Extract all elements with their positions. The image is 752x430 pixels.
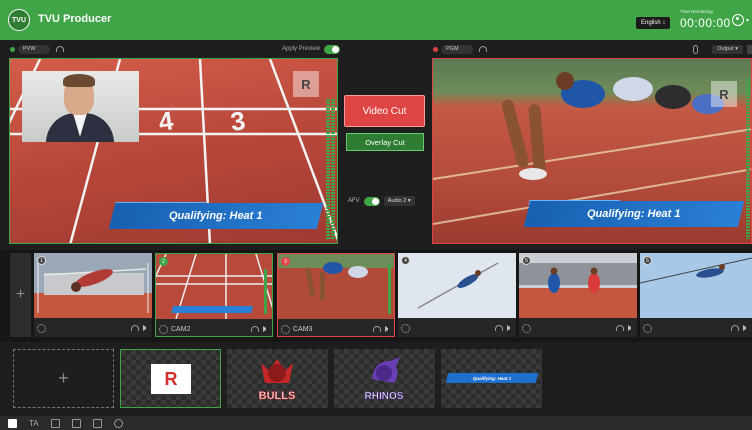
camera-footer: [34, 319, 152, 337]
tvu-logo: TVU: [8, 9, 30, 31]
camera-footer: [640, 319, 752, 337]
apply-preview-toggle[interactable]: [324, 44, 340, 54]
chevron-down-icon[interactable]: ▾: [746, 17, 749, 24]
camera-label: CAM2: [171, 325, 191, 333]
graphic-r-logo[interactable]: R: [120, 349, 221, 408]
graphic-bulls-logo[interactable]: BULLS: [227, 349, 328, 408]
camera-tile-1[interactable]: 1: [34, 253, 152, 337]
audio-meter: [326, 99, 330, 239]
speaker-icon[interactable]: [385, 326, 391, 332]
camera-number: 2: [159, 257, 168, 266]
add-graphic-button[interactable]: +: [13, 349, 114, 408]
text-icon[interactable]: TA: [29, 419, 39, 428]
audio-select[interactable]: Audio 2 ▾: [383, 196, 415, 206]
headphones-icon[interactable]: [495, 325, 503, 331]
gear-icon[interactable]: [522, 323, 531, 333]
speaker-icon[interactable]: [143, 325, 149, 331]
add-source-button[interactable]: +: [10, 253, 31, 337]
output-settings-icon[interactable]: [747, 44, 752, 54]
r-logo-icon: R: [293, 71, 319, 97]
gear-icon[interactable]: [37, 323, 46, 333]
r-logo-icon: R: [711, 81, 737, 107]
camera-number: 6: [643, 256, 652, 265]
preview-label: PVW: [18, 44, 50, 54]
lower-third-overlay: Qualifying: Heat 1: [523, 201, 745, 227]
list-icon[interactable]: [71, 418, 81, 428]
camera-number: 4: [401, 256, 410, 265]
output-select[interactable]: Output ▾: [712, 44, 743, 54]
layers-icon[interactable]: [50, 418, 60, 428]
bulls-wordmark: BULLS: [259, 390, 296, 402]
app-title: TVU Producer: [38, 13, 112, 25]
history-icon[interactable]: [113, 418, 123, 428]
r-logo-icon: R: [151, 364, 191, 394]
preview-bar: PVW Apply Preview: [10, 42, 340, 56]
headphones-icon[interactable]: [479, 46, 487, 52]
program-monitor[interactable]: R Qualifying: Heat 1: [432, 58, 752, 244]
anchor-picture-in-picture[interactable]: [22, 71, 139, 142]
audio-meter: [331, 99, 335, 239]
lower-third-text: Qualifying: Heat 1: [587, 208, 681, 220]
speaker-icon[interactable]: [263, 326, 269, 332]
camera-tile-4[interactable]: 4: [398, 253, 516, 337]
headphones-icon[interactable]: [373, 326, 381, 332]
camera-tile-5[interactable]: 5: [519, 253, 637, 337]
overlay-cut-button[interactable]: Overlay Cut: [346, 133, 424, 151]
rhinos-wordmark: RHINOS: [365, 391, 404, 402]
speaker-icon[interactable]: [507, 325, 513, 331]
headphones-icon[interactable]: [131, 325, 139, 331]
lower-third-overlay: Qualifying: Heat 1: [108, 203, 324, 229]
speaker-icon[interactable]: [628, 325, 634, 331]
time-remaining-label: Time Remaining: [680, 9, 713, 14]
afv-toggle[interactable]: [363, 196, 380, 206]
camera-footer: CAM3: [278, 320, 394, 336]
camera-footer: [398, 319, 516, 337]
time-remaining-value: 00:00:00: [680, 16, 731, 30]
camera-tile-6[interactable]: 6: [640, 253, 752, 337]
headphones-icon[interactable]: [251, 326, 259, 332]
gear-icon[interactable]: [401, 323, 410, 333]
gear-icon[interactable]: [159, 324, 168, 334]
user-icon[interactable]: [732, 14, 744, 26]
graphic-lower-third[interactable]: Qualifying: Heat 1: [441, 349, 542, 408]
program-status-dot: [433, 46, 438, 52]
preview-status-dot: [10, 46, 15, 52]
bulls-logo-icon: BULLS: [258, 359, 296, 402]
camera-number: 1: [37, 256, 46, 265]
app-header: TVU TVU Producer English ↕ Time Remainin…: [0, 0, 752, 40]
rhinos-logo-icon: RHINOS: [364, 357, 404, 402]
camera-number: 5: [522, 256, 531, 265]
afv-controls: AFV Audio 2 ▾: [348, 196, 415, 206]
lower-third-text: Qualifying: Heat 1: [472, 375, 512, 381]
speaker-icon[interactable]: [743, 325, 749, 331]
apply-preview-label: Apply Preview: [281, 46, 320, 52]
camera-footer: [519, 319, 637, 337]
film-icon[interactable]: [92, 418, 102, 428]
video-cut-button[interactable]: Video Cut: [344, 95, 425, 127]
gear-icon[interactable]: [643, 323, 652, 333]
headphones-icon[interactable]: [616, 325, 624, 331]
gear-icon[interactable]: [281, 324, 290, 334]
headphones-icon[interactable]: [731, 325, 739, 331]
camera-tile-3[interactable]: 3 CAM3: [277, 253, 395, 337]
graphic-rhinos-logo[interactable]: RHINOS: [334, 349, 435, 408]
audio-meter: [746, 79, 750, 239]
afv-label: AFV: [348, 198, 360, 204]
layout-icon[interactable]: [8, 418, 17, 428]
bottom-toolbar: TA: [0, 416, 752, 430]
camera-number: 3: [281, 257, 290, 266]
program-bar: PGM Output ▾: [433, 42, 752, 56]
headphones-icon[interactable]: [56, 46, 64, 52]
preview-monitor[interactable]: 4 3 R Qualifying: Heat 1: [9, 58, 338, 244]
microphone-icon[interactable]: [693, 44, 699, 54]
camera-label: CAM3: [293, 325, 313, 333]
camera-tile-2[interactable]: 2 CAM2: [155, 253, 273, 337]
camera-footer: CAM2: [156, 320, 272, 336]
program-label: PGM: [441, 44, 473, 54]
lower-third-text: Qualifying: Heat 1: [169, 210, 263, 222]
language-select[interactable]: English ↕: [636, 17, 671, 29]
